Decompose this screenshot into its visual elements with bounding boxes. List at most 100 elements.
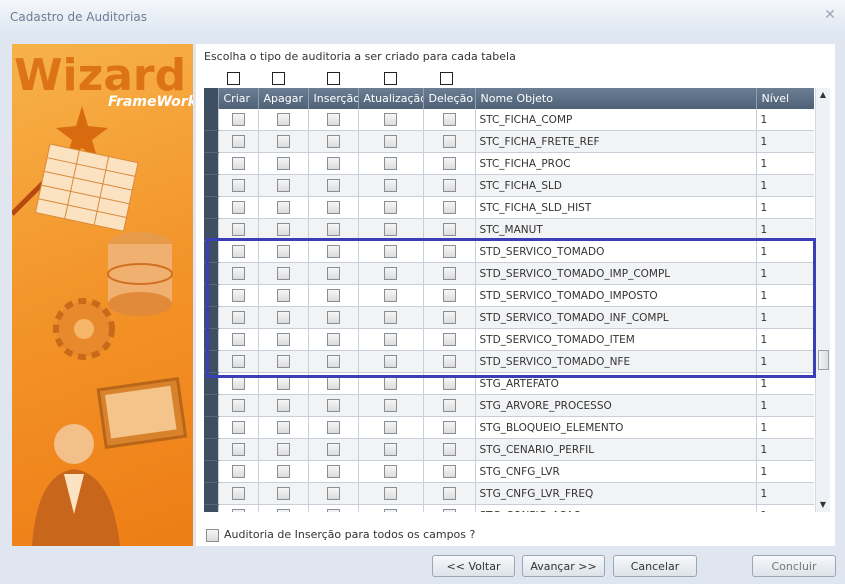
row-selector[interactable] (204, 240, 219, 263)
delecao-checkbox[interactable] (442, 421, 456, 434)
scroll-down-arrow-icon[interactable]: ▼ (816, 498, 830, 512)
delecao-checkbox[interactable] (442, 487, 456, 500)
atualizacao-checkbox[interactable] (384, 487, 397, 500)
criar-checkbox[interactable] (231, 421, 245, 434)
column-header-criar[interactable]: Criar (218, 88, 259, 109)
row-selector[interactable] (204, 284, 219, 307)
criar-checkbox[interactable] (231, 355, 245, 368)
criar-checkbox[interactable] (231, 509, 245, 512)
apagar-checkbox[interactable] (276, 333, 290, 346)
delecao-checkbox[interactable] (442, 223, 456, 236)
apagar-checkbox[interactable] (276, 443, 290, 456)
apagar-checkbox[interactable] (276, 465, 290, 478)
grid-scrollbar[interactable]: ▲ ▼ (815, 88, 830, 512)
table-row[interactable]: STG_CONFIG_ACAO1 (204, 504, 814, 512)
select-all-delecao-checkbox[interactable] (440, 72, 453, 85)
atualizacao-checkbox[interactable] (384, 135, 397, 148)
atualizacao-checkbox[interactable] (384, 179, 397, 192)
row-selector[interactable] (204, 306, 219, 329)
insercao-checkbox[interactable] (326, 465, 340, 478)
table-row[interactable]: STD_SERVICO_TOMADO_IMP_COMPL 1 (204, 262, 814, 285)
table-row[interactable]: STD_SERVICO_TOMADO_NFE 1 (204, 350, 814, 373)
apagar-checkbox[interactable] (276, 267, 290, 280)
all-fields-option[interactable]: Auditoria de Inserção para todos os camp… (206, 528, 475, 542)
criar-checkbox[interactable] (231, 333, 245, 346)
row-selector[interactable] (204, 482, 219, 505)
row-selector[interactable] (204, 196, 219, 219)
table-row[interactable]: STG_CNFG_LVR 1 (204, 460, 814, 483)
apagar-checkbox[interactable] (276, 311, 290, 324)
criar-checkbox[interactable] (231, 267, 245, 280)
row-selector[interactable] (204, 130, 219, 153)
table-row[interactable]: STC_FICHA_SLD 1 (204, 174, 814, 197)
insercao-checkbox[interactable] (326, 157, 340, 170)
criar-checkbox[interactable] (231, 179, 245, 192)
table-row[interactable]: STG_ARVORE_PROCESSO 1 (204, 394, 814, 417)
atualizacao-checkbox[interactable] (384, 355, 397, 368)
insercao-checkbox[interactable] (326, 223, 340, 236)
table-row[interactable]: STG_CENARIO_PERFIL 1 (204, 438, 814, 461)
row-selector[interactable] (204, 152, 219, 175)
criar-checkbox[interactable] (231, 377, 245, 390)
apagar-checkbox[interactable] (276, 487, 290, 500)
close-icon[interactable]: ✕ (823, 8, 837, 22)
atualizacao-checkbox[interactable] (384, 377, 397, 390)
apagar-checkbox[interactable] (276, 399, 290, 412)
table-row[interactable]: STC_FICHA_PROC 1 (204, 152, 814, 175)
insercao-checkbox[interactable] (326, 201, 340, 214)
insercao-checkbox[interactable] (326, 399, 340, 412)
apagar-checkbox[interactable] (276, 245, 290, 258)
atualizacao-checkbox[interactable] (384, 201, 397, 214)
delecao-checkbox[interactable] (442, 509, 456, 512)
insercao-checkbox[interactable] (326, 355, 340, 368)
insercao-checkbox[interactable] (326, 509, 340, 512)
atualizacao-checkbox[interactable] (384, 311, 397, 324)
cancel-button[interactable]: Cancelar (613, 555, 697, 577)
insercao-checkbox[interactable] (326, 377, 340, 390)
insercao-checkbox[interactable] (326, 245, 340, 258)
insercao-checkbox[interactable] (326, 311, 340, 324)
scroll-up-arrow-icon[interactable]: ▲ (816, 88, 830, 102)
select-all-criar-checkbox[interactable] (227, 72, 240, 85)
apagar-checkbox[interactable] (276, 135, 290, 148)
insercao-checkbox[interactable] (326, 135, 340, 148)
apagar-checkbox[interactable] (276, 179, 290, 192)
table-row[interactable]: STD_SERVICO_TOMADO_IMPOSTO 1 (204, 284, 814, 307)
atualizacao-checkbox[interactable] (384, 443, 397, 456)
next-button[interactable]: Avançar >> (522, 555, 605, 577)
criar-checkbox[interactable] (231, 289, 245, 302)
delecao-checkbox[interactable] (442, 311, 456, 324)
criar-checkbox[interactable] (231, 399, 245, 412)
delecao-checkbox[interactable] (442, 157, 456, 170)
column-header-nome-objeto[interactable]: Nome Objeto (475, 88, 757, 109)
row-selector[interactable] (204, 372, 219, 395)
select-all-apagar-checkbox[interactable] (272, 72, 285, 85)
select-all-insercao-checkbox[interactable] (327, 72, 340, 85)
insercao-checkbox[interactable] (326, 421, 340, 434)
row-selector[interactable] (204, 262, 219, 285)
atualizacao-checkbox[interactable] (384, 421, 397, 434)
atualizacao-checkbox[interactable] (384, 333, 397, 346)
delecao-checkbox[interactable] (442, 355, 456, 368)
row-selector[interactable] (204, 218, 219, 241)
row-selector[interactable] (204, 416, 219, 439)
delecao-checkbox[interactable] (442, 399, 456, 412)
row-selector[interactable] (204, 460, 219, 483)
insercao-checkbox[interactable] (326, 333, 340, 346)
insercao-checkbox[interactable] (326, 179, 340, 192)
delecao-checkbox[interactable] (442, 333, 456, 346)
table-row[interactable]: STD_SERVICO_TOMADO 1 (204, 240, 814, 263)
apagar-checkbox[interactable] (276, 157, 290, 170)
delecao-checkbox[interactable] (442, 465, 456, 478)
criar-checkbox[interactable] (231, 135, 245, 148)
column-header-delecao[interactable]: Deleção (423, 88, 476, 109)
atualizacao-checkbox[interactable] (384, 223, 397, 236)
insercao-checkbox[interactable] (326, 113, 340, 126)
row-selector[interactable] (204, 504, 219, 512)
row-selector[interactable] (204, 350, 219, 373)
apagar-checkbox[interactable] (276, 201, 290, 214)
table-row[interactable]: STG_ARTEFATO 1 (204, 372, 814, 395)
table-row[interactable]: STG_CNFG_LVR_FREQ 1 (204, 482, 814, 505)
delecao-checkbox[interactable] (442, 377, 456, 390)
atualizacao-checkbox[interactable] (384, 465, 397, 478)
